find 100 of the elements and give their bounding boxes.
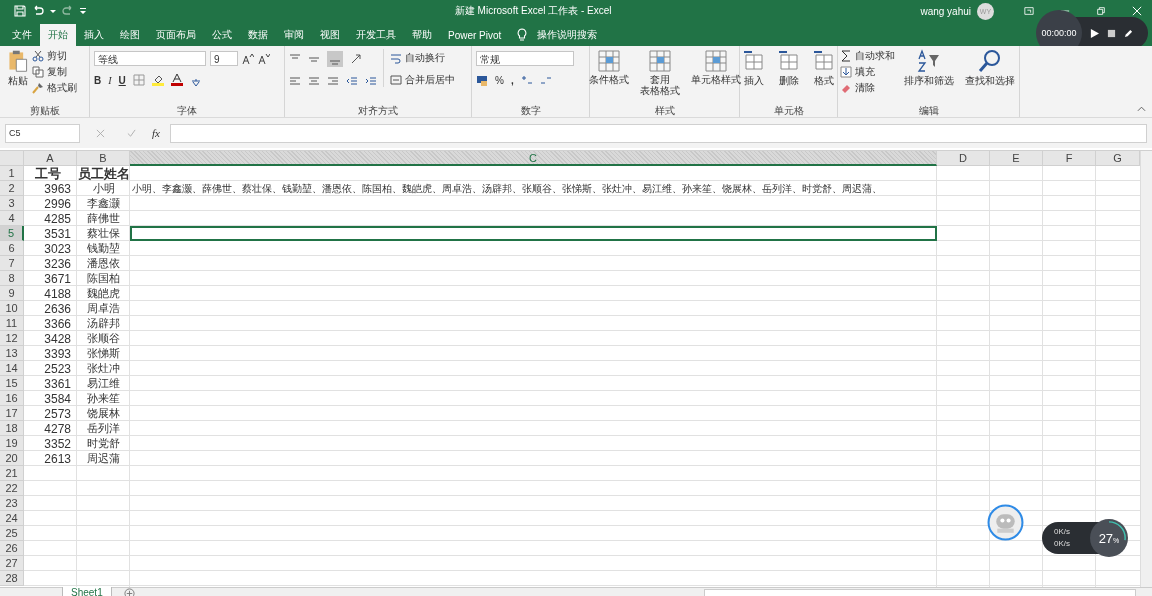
add-sheet-icon[interactable] [123, 588, 135, 596]
row-header[interactable]: 16 [0, 391, 24, 406]
collapse-ribbon-icon[interactable] [1137, 106, 1146, 112]
row-header[interactable]: 27 [0, 556, 24, 571]
horizontal-scrollbar[interactable] [704, 588, 1136, 596]
row-header[interactable]: 15 [0, 376, 24, 391]
cells-button[interactable]: 格式 [809, 49, 838, 88]
font-name-dropdown[interactable]: 等线 [94, 51, 206, 66]
column-header[interactable]: G [1096, 151, 1140, 166]
row-header[interactable]: 25 [0, 526, 24, 541]
ribbon-display-icon[interactable] [1024, 6, 1034, 16]
close-icon[interactable] [1132, 6, 1142, 16]
style-button[interactable]: 单元格样式 [688, 49, 743, 85]
play-icon[interactable] [1090, 28, 1099, 38]
ribbon-tab[interactable]: 数据 [240, 24, 276, 46]
row-header[interactable]: 22 [0, 481, 24, 496]
ribbon-tab[interactable]: 页面布局 [148, 24, 204, 46]
number-format-dropdown[interactable]: 常规 [476, 51, 574, 66]
orientation-icon[interactable] [350, 53, 362, 65]
row-header[interactable]: 21 [0, 466, 24, 481]
format-painter-button[interactable]: 格式刷 [32, 81, 77, 95]
row-header[interactable]: 1 [0, 166, 24, 181]
column-header[interactable]: F [1043, 151, 1096, 166]
stop-icon[interactable] [1107, 28, 1116, 38]
percent-button[interactable]: % [495, 74, 504, 86]
row-header[interactable]: 14 [0, 361, 24, 376]
tell-me-search[interactable]: 操作说明搜索 [529, 24, 606, 46]
pencil-icon[interactable] [1124, 28, 1133, 38]
column-header[interactable]: E [990, 151, 1043, 166]
sort-filter-button[interactable]: 排序和筛选 [902, 49, 956, 88]
restore-icon[interactable] [1096, 6, 1106, 16]
align-center-icon[interactable] [308, 75, 320, 87]
row-header[interactable]: 24 [0, 511, 24, 526]
autosum-button[interactable]: 自动求和 [840, 49, 895, 63]
ribbon-tab[interactable]: 开始 [40, 24, 76, 46]
row-header[interactable]: 19 [0, 436, 24, 451]
column-header[interactable]: D [937, 151, 990, 166]
check-icon[interactable] [127, 128, 136, 138]
style-button[interactable]: 套用 表格格式 [637, 49, 682, 96]
align-left-icon[interactable] [289, 75, 301, 87]
grow-font-icon[interactable] [242, 52, 254, 65]
row-header[interactable]: 3 [0, 196, 24, 211]
row-header[interactable]: 28 [0, 571, 24, 586]
insert-function-button[interactable]: fx [152, 127, 160, 139]
row-header[interactable]: 8 [0, 271, 24, 286]
font-color-icon[interactable] [170, 74, 183, 86]
user-name[interactable]: wang yahui [920, 5, 971, 17]
robot-assistant-icon[interactable] [987, 504, 1024, 541]
ribbon-tab[interactable]: 插入 [76, 24, 112, 46]
formula-input[interactable] [169, 123, 1147, 143]
row-header[interactable]: 26 [0, 541, 24, 556]
row-header[interactable]: 9 [0, 286, 24, 301]
ribbon-tab[interactable]: 公式 [204, 24, 240, 46]
save-icon[interactable] [14, 5, 26, 17]
shrink-font-icon[interactable] [258, 52, 270, 65]
customize-icon[interactable] [80, 8, 86, 14]
row-header[interactable]: 23 [0, 496, 24, 511]
ribbon-tab[interactable]: 审阅 [276, 24, 312, 46]
cells-button[interactable]: 删除 [774, 49, 803, 88]
paste-button[interactable]: 粘贴 [4, 49, 32, 88]
ribbon-tab[interactable]: 绘图 [112, 24, 148, 46]
row-header[interactable]: 7 [0, 256, 24, 271]
comma-button[interactable]: , [510, 74, 514, 86]
name-box[interactable]: C5 [5, 123, 80, 143]
currency-icon[interactable] [476, 74, 488, 86]
column-header[interactable]: B [77, 151, 130, 166]
redo-icon[interactable] [62, 5, 74, 17]
cut-button[interactable]: 剪切 [32, 49, 77, 63]
row-header[interactable]: 2 [0, 181, 24, 196]
ribbon-tab[interactable]: 开发工具 [348, 24, 404, 46]
ribbon-tab[interactable]: 文件 [4, 24, 40, 46]
clear-button[interactable]: 清除 [840, 81, 895, 95]
copy-button[interactable]: 复制 [32, 65, 77, 79]
column-header[interactable]: C [130, 151, 937, 166]
font-size-dropdown[interactable]: 9 [210, 51, 238, 66]
underline-button[interactable]: U [118, 74, 126, 86]
row-header[interactable]: 13 [0, 346, 24, 361]
wrap-text-button[interactable]: 自动换行 [390, 51, 455, 65]
row-header[interactable]: 12 [0, 331, 24, 346]
row-header[interactable]: 11 [0, 316, 24, 331]
fill-color-icon[interactable] [151, 74, 164, 86]
increase-decimal-icon[interactable] [520, 74, 533, 86]
column-header[interactable]: A [24, 151, 77, 166]
selected-cell[interactable] [130, 226, 937, 241]
align-right-icon[interactable] [327, 75, 339, 87]
row-header[interactable]: 4 [0, 211, 24, 226]
decrease-indent-icon[interactable] [346, 75, 358, 87]
row-header[interactable]: 10 [0, 301, 24, 316]
sheet-tab[interactable]: Sheet1 [62, 587, 112, 596]
caret-icon[interactable] [50, 8, 56, 14]
undo-icon[interactable] [32, 5, 44, 17]
vertical-scrollbar[interactable] [1140, 151, 1152, 587]
ribbon-tab[interactable]: Power Pivot [440, 24, 510, 46]
ribbon-tab[interactable]: 视图 [312, 24, 348, 46]
ribbon-tab[interactable]: 帮助 [404, 24, 440, 46]
row-header[interactable]: 6 [0, 241, 24, 256]
row-header[interactable]: 17 [0, 406, 24, 421]
row-header[interactable]: 20 [0, 451, 24, 466]
style-button[interactable]: 条件格式 [586, 49, 631, 85]
decrease-decimal-icon[interactable] [539, 74, 552, 86]
